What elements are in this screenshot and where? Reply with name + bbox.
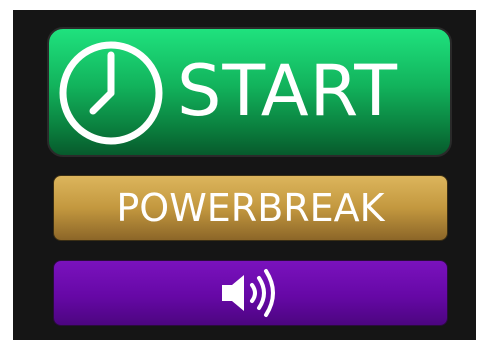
powerbreak-label: POWERBREAK (116, 186, 385, 230)
start-label: START (177, 50, 398, 132)
speaker-volume-icon (221, 269, 275, 317)
powerbreak-button[interactable]: POWERBREAK (53, 175, 448, 241)
clock-icon (59, 41, 163, 145)
control-panel: START POWERBREAK (13, 10, 476, 340)
start-button[interactable]: START (47, 27, 452, 157)
sound-button[interactable] (53, 260, 448, 326)
